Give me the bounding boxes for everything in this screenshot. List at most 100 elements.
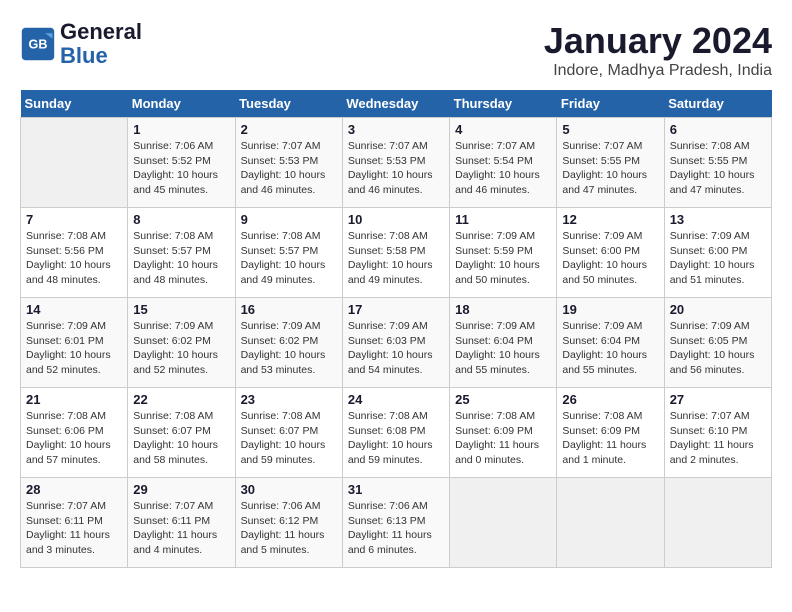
calendar-cell: 23 Sunrise: 7:08 AM Sunset: 6:07 PM Dayli…	[235, 388, 342, 478]
day-info: Sunrise: 7:06 AM Sunset: 6:12 PM Dayligh…	[241, 499, 337, 558]
calendar-cell: 3 Sunrise: 7:07 AM Sunset: 5:53 PM Daylig…	[342, 118, 449, 208]
col-thursday: Thursday	[450, 90, 557, 118]
day-info: Sunrise: 7:08 AM Sunset: 5:57 PM Dayligh…	[241, 229, 337, 288]
day-info: Sunrise: 7:07 AM Sunset: 6:11 PM Dayligh…	[133, 499, 229, 558]
logo-text: General Blue	[60, 20, 142, 68]
calendar-cell: 30 Sunrise: 7:06 AM Sunset: 6:12 PM Dayli…	[235, 478, 342, 568]
day-number: 7	[26, 212, 122, 227]
col-tuesday: Tuesday	[235, 90, 342, 118]
day-info: Sunrise: 7:09 AM Sunset: 6:05 PM Dayligh…	[670, 319, 766, 378]
logo-icon: GB	[20, 26, 56, 62]
day-number: 18	[455, 302, 551, 317]
calendar-cell	[664, 478, 771, 568]
calendar-cell: 28 Sunrise: 7:07 AM Sunset: 6:11 PM Dayli…	[21, 478, 128, 568]
day-number: 12	[562, 212, 658, 227]
day-info: Sunrise: 7:07 AM Sunset: 6:11 PM Dayligh…	[26, 499, 122, 558]
day-number: 23	[241, 392, 337, 407]
day-number: 9	[241, 212, 337, 227]
day-info: Sunrise: 7:08 AM Sunset: 6:09 PM Dayligh…	[562, 409, 658, 468]
day-number: 24	[348, 392, 444, 407]
calendar-cell: 16 Sunrise: 7:09 AM Sunset: 6:02 PM Dayli…	[235, 298, 342, 388]
day-info: Sunrise: 7:09 AM Sunset: 6:04 PM Dayligh…	[455, 319, 551, 378]
day-info: Sunrise: 7:07 AM Sunset: 5:53 PM Dayligh…	[241, 139, 337, 198]
day-info: Sunrise: 7:08 AM Sunset: 6:07 PM Dayligh…	[241, 409, 337, 468]
day-info: Sunrise: 7:09 AM Sunset: 6:00 PM Dayligh…	[670, 229, 766, 288]
day-info: Sunrise: 7:08 AM Sunset: 5:55 PM Dayligh…	[670, 139, 766, 198]
svg-text:GB: GB	[29, 38, 48, 52]
page-header: GB General Blue January 2024 Indore, Mad…	[20, 20, 772, 80]
day-number: 4	[455, 122, 551, 137]
day-info: Sunrise: 7:08 AM Sunset: 5:56 PM Dayligh…	[26, 229, 122, 288]
calendar-cell: 24 Sunrise: 7:08 AM Sunset: 6:08 PM Dayli…	[342, 388, 449, 478]
day-info: Sunrise: 7:07 AM Sunset: 5:55 PM Dayligh…	[562, 139, 658, 198]
month-title: January 2024	[544, 20, 772, 62]
day-number: 19	[562, 302, 658, 317]
col-wednesday: Wednesday	[342, 90, 449, 118]
logo: GB General Blue	[20, 20, 142, 68]
day-info: Sunrise: 7:09 AM Sunset: 6:00 PM Dayligh…	[562, 229, 658, 288]
calendar-cell	[557, 478, 664, 568]
day-number: 30	[241, 482, 337, 497]
day-number: 2	[241, 122, 337, 137]
calendar-cell: 8 Sunrise: 7:08 AM Sunset: 5:57 PM Daylig…	[128, 208, 235, 298]
calendar-cell: 4 Sunrise: 7:07 AM Sunset: 5:54 PM Daylig…	[450, 118, 557, 208]
calendar-cell: 27Sunrise: 7:07 AM Sunset: 6:10 PM Dayli…	[664, 388, 771, 478]
calendar-cell: 15 Sunrise: 7:09 AM Sunset: 6:02 PM Dayli…	[128, 298, 235, 388]
day-number: 16	[241, 302, 337, 317]
day-info: Sunrise: 7:07 AM Sunset: 6:10 PM Dayligh…	[670, 409, 766, 468]
day-number: 3	[348, 122, 444, 137]
day-info: Sunrise: 7:09 AM Sunset: 6:01 PM Dayligh…	[26, 319, 122, 378]
calendar-week-2: 7 Sunrise: 7:08 AM Sunset: 5:56 PM Daylig…	[21, 208, 772, 298]
col-monday: Monday	[128, 90, 235, 118]
calendar-cell: 5 Sunrise: 7:07 AM Sunset: 5:55 PM Daylig…	[557, 118, 664, 208]
day-info: Sunrise: 7:09 AM Sunset: 6:03 PM Dayligh…	[348, 319, 444, 378]
day-info: Sunrise: 7:08 AM Sunset: 6:06 PM Dayligh…	[26, 409, 122, 468]
col-saturday: Saturday	[664, 90, 771, 118]
calendar-week-3: 14Sunrise: 7:09 AM Sunset: 6:01 PM Dayli…	[21, 298, 772, 388]
calendar-cell: 21 Sunrise: 7:08 AM Sunset: 6:06 PM Dayli…	[21, 388, 128, 478]
calendar-cell: 9 Sunrise: 7:08 AM Sunset: 5:57 PM Daylig…	[235, 208, 342, 298]
calendar-cell	[21, 118, 128, 208]
day-info: Sunrise: 7:09 AM Sunset: 6:02 PM Dayligh…	[133, 319, 229, 378]
day-number: 26	[562, 392, 658, 407]
day-number: 31	[348, 482, 444, 497]
day-info: Sunrise: 7:08 AM Sunset: 6:08 PM Dayligh…	[348, 409, 444, 468]
day-info: Sunrise: 7:08 AM Sunset: 5:58 PM Dayligh…	[348, 229, 444, 288]
day-info: Sunrise: 7:08 AM Sunset: 5:57 PM Dayligh…	[133, 229, 229, 288]
day-number: 5	[562, 122, 658, 137]
day-number: 11	[455, 212, 551, 227]
day-info: Sunrise: 7:06 AM Sunset: 6:13 PM Dayligh…	[348, 499, 444, 558]
day-number: 25	[455, 392, 551, 407]
day-number: 22	[133, 392, 229, 407]
day-info: Sunrise: 7:08 AM Sunset: 6:09 PM Dayligh…	[455, 409, 551, 468]
calendar-cell: 31 Sunrise: 7:06 AM Sunset: 6:13 PM Dayli…	[342, 478, 449, 568]
day-number: 8	[133, 212, 229, 227]
day-number: 21	[26, 392, 122, 407]
calendar-cell: 17Sunrise: 7:09 AM Sunset: 6:03 PM Dayli…	[342, 298, 449, 388]
day-number: 15	[133, 302, 229, 317]
calendar-cell: 12 Sunrise: 7:09 AM Sunset: 6:00 PM Dayli…	[557, 208, 664, 298]
calendar-cell: 13 Sunrise: 7:09 AM Sunset: 6:00 PM Dayli…	[664, 208, 771, 298]
day-number: 28	[26, 482, 122, 497]
day-number: 13	[670, 212, 766, 227]
col-friday: Friday	[557, 90, 664, 118]
title-block: January 2024 Indore, Madhya Pradesh, Ind…	[544, 20, 772, 80]
day-number: 6	[670, 122, 766, 137]
calendar-cell: 2 Sunrise: 7:07 AM Sunset: 5:53 PM Daylig…	[235, 118, 342, 208]
calendar-cell: 29 Sunrise: 7:07 AM Sunset: 6:11 PM Dayli…	[128, 478, 235, 568]
calendar-cell: 7 Sunrise: 7:08 AM Sunset: 5:56 PM Daylig…	[21, 208, 128, 298]
calendar-cell: 18 Sunrise: 7:09 AM Sunset: 6:04 PM Dayli…	[450, 298, 557, 388]
calendar-cell: 11Sunrise: 7:09 AM Sunset: 5:59 PM Dayli…	[450, 208, 557, 298]
calendar-cell: 6 Sunrise: 7:08 AM Sunset: 5:55 PM Daylig…	[664, 118, 771, 208]
calendar-cell: 10Sunrise: 7:08 AM Sunset: 5:58 PM Dayli…	[342, 208, 449, 298]
day-info: Sunrise: 7:06 AM Sunset: 5:52 PM Dayligh…	[133, 139, 229, 198]
day-info: Sunrise: 7:08 AM Sunset: 6:07 PM Dayligh…	[133, 409, 229, 468]
calendar-cell: 19 Sunrise: 7:09 AM Sunset: 6:04 PM Dayli…	[557, 298, 664, 388]
day-number: 29	[133, 482, 229, 497]
calendar-week-4: 21 Sunrise: 7:08 AM Sunset: 6:06 PM Dayli…	[21, 388, 772, 478]
day-info: Sunrise: 7:07 AM Sunset: 5:53 PM Dayligh…	[348, 139, 444, 198]
calendar-cell: 22 Sunrise: 7:08 AM Sunset: 6:07 PM Dayli…	[128, 388, 235, 478]
day-info: Sunrise: 7:09 AM Sunset: 6:02 PM Dayligh…	[241, 319, 337, 378]
day-info: Sunrise: 7:09 AM Sunset: 6:04 PM Dayligh…	[562, 319, 658, 378]
day-info: Sunrise: 7:07 AM Sunset: 5:54 PM Dayligh…	[455, 139, 551, 198]
